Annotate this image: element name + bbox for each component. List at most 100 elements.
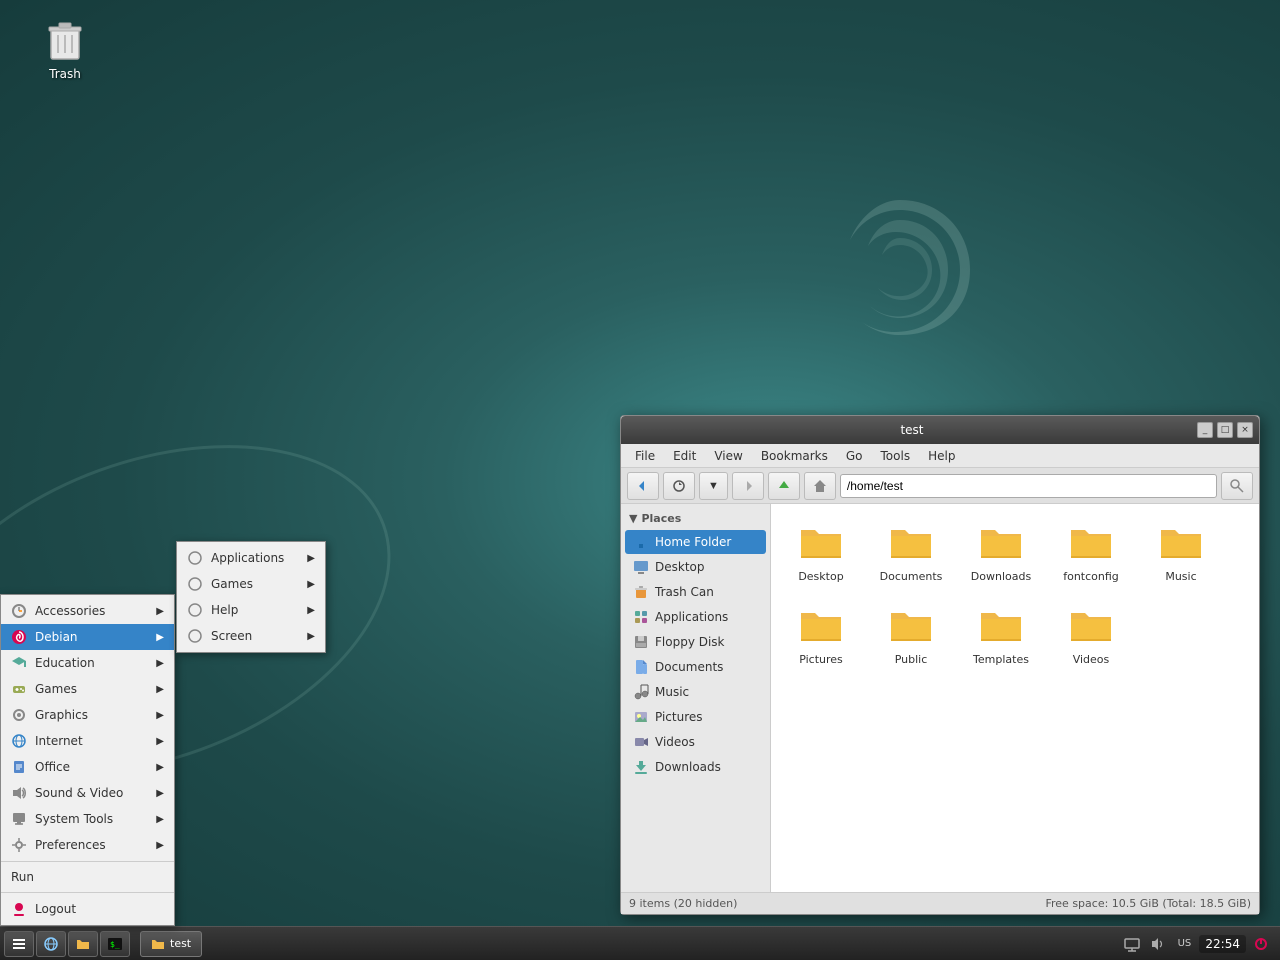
submenu-games-icon xyxy=(187,576,203,592)
taskbar-apps: test xyxy=(134,931,208,957)
sidebar-videos[interactable]: Videos xyxy=(625,730,766,754)
globe-taskbar-icon xyxy=(43,936,59,952)
menu-preferences[interactable]: Preferences ▶ xyxy=(1,832,174,858)
sidebar-documents[interactable]: Documents xyxy=(625,655,766,679)
app-menu-button[interactable] xyxy=(4,931,34,957)
submenu-help[interactable]: Help ▶ xyxy=(177,597,325,623)
submenu-screen[interactable]: Screen ▶ xyxy=(177,623,325,649)
up-icon xyxy=(777,479,791,493)
applications-sidebar-icon xyxy=(633,609,649,625)
sidebar-documents-label: Documents xyxy=(655,660,723,674)
sidebar-trash[interactable]: Trash Can xyxy=(625,580,766,604)
sidebar-desktop[interactable]: Desktop xyxy=(625,555,766,579)
submenu-games[interactable]: Games ▶ xyxy=(177,571,325,597)
file-item-pictures[interactable]: Pictures xyxy=(781,597,861,670)
window-toolbar: ▼ xyxy=(621,468,1259,504)
svg-text:$_: $_ xyxy=(110,940,120,949)
desktop-sidebar-icon xyxy=(633,559,649,575)
file-item-documents[interactable]: Documents xyxy=(871,514,951,587)
file-item-videos[interactable]: Videos xyxy=(1051,597,1131,670)
sidebar-pictures[interactable]: Pictures xyxy=(625,705,766,729)
address-bar[interactable] xyxy=(840,474,1217,498)
volume-taskbar-icon[interactable] xyxy=(1147,933,1169,955)
statusbar: 9 items (20 hidden) Free space: 10.5 GiB… xyxy=(621,892,1259,914)
taskbar-files-button[interactable] xyxy=(68,931,98,957)
file-item-music[interactable]: Music xyxy=(1141,514,1221,587)
menu-games[interactable]: Games ▶ xyxy=(1,676,174,702)
places-header[interactable]: ▼ Places xyxy=(621,508,770,529)
taskbar-terminal-button[interactable]: $_ xyxy=(100,931,130,957)
folder-file-icon xyxy=(977,518,1025,566)
home-button[interactable] xyxy=(804,472,836,500)
menu-internet[interactable]: Internet ▶ xyxy=(1,728,174,754)
internet-icon xyxy=(11,733,27,749)
folder-file-icon xyxy=(1157,518,1205,566)
sidebar-applications[interactable]: Applications xyxy=(625,605,766,629)
menu-go[interactable]: Go xyxy=(838,447,871,465)
keyboard-layout-icon[interactable]: US xyxy=(1173,933,1195,955)
menu-bookmarks[interactable]: Bookmarks xyxy=(753,447,836,465)
sidebar-desktop-label: Desktop xyxy=(655,560,705,574)
debian-swirl-decoration xyxy=(800,180,1000,380)
trash-desktop-icon[interactable]: Trash xyxy=(30,15,100,81)
taskbar-test-window[interactable]: test xyxy=(140,931,202,957)
taskbar-time[interactable]: 22:54 xyxy=(1199,935,1246,953)
games-icon xyxy=(11,681,27,697)
sidebar-floppy[interactable]: Floppy Disk xyxy=(625,630,766,654)
file-item-desktop[interactable]: Desktop xyxy=(781,514,861,587)
menu-edit[interactable]: Edit xyxy=(665,447,704,465)
menu-sound-video[interactable]: Sound & Video ▶ xyxy=(1,780,174,806)
network-taskbar-icon[interactable] xyxy=(1121,933,1143,955)
menu-separator-1 xyxy=(1,861,174,862)
minimize-button[interactable]: _ xyxy=(1197,422,1213,438)
menu-graphics[interactable]: Graphics ▶ xyxy=(1,702,174,728)
sidebar-videos-label: Videos xyxy=(655,735,695,749)
maximize-button[interactable]: □ xyxy=(1217,422,1233,438)
up-button[interactable] xyxy=(768,472,800,500)
file-item-fontconfig[interactable]: fontconfig xyxy=(1051,514,1131,587)
forward-button[interactable] xyxy=(732,472,764,500)
file-name: Downloads xyxy=(971,570,1031,583)
sidebar-pictures-label: Pictures xyxy=(655,710,703,724)
file-item-templates[interactable]: Templates xyxy=(961,597,1041,670)
taskbar-browser-button[interactable] xyxy=(36,931,66,957)
menu-education[interactable]: Education ▶ xyxy=(1,650,174,676)
sidebar-home-label: Home Folder xyxy=(655,535,731,549)
file-name: Documents xyxy=(880,570,943,583)
search-button[interactable] xyxy=(1221,472,1253,500)
dropdown-button[interactable]: ▼ xyxy=(699,472,728,500)
back-button[interactable] xyxy=(627,472,659,500)
folder-taskbar-icon xyxy=(75,936,91,952)
menu-office[interactable]: Office ▶ xyxy=(1,754,174,780)
menu-file[interactable]: File xyxy=(627,447,663,465)
search-icon xyxy=(1230,479,1244,493)
debian-arrow: ▶ xyxy=(156,632,164,643)
menu-debian[interactable]: Debian ▶ Applications ▶ Games ▶ xyxy=(1,624,174,650)
internet-arrow: ▶ xyxy=(156,736,164,747)
power-icon[interactable] xyxy=(1250,933,1272,955)
taskbar-right: US 22:54 xyxy=(1113,933,1280,955)
sidebar-home-folder[interactable]: Home Folder xyxy=(625,530,766,554)
file-name: Public xyxy=(895,653,928,666)
places-dropdown-icon: ▼ xyxy=(629,512,637,525)
office-icon xyxy=(11,759,27,775)
menu-accessories[interactable]: Accessories ▶ xyxy=(1,598,174,624)
home-folder-icon xyxy=(633,534,649,550)
menu-help[interactable]: Help xyxy=(920,447,963,465)
close-button[interactable]: × xyxy=(1237,422,1253,438)
statusbar-items: 9 items (20 hidden) xyxy=(629,897,737,910)
sidebar-downloads[interactable]: Downloads xyxy=(625,755,766,779)
file-item-downloads[interactable]: Downloads xyxy=(961,514,1041,587)
window-content: ▼ Places Home Folder Desktop xyxy=(621,504,1259,892)
sidebar-music[interactable]: Music xyxy=(625,680,766,704)
menu-view[interactable]: View xyxy=(706,447,750,465)
menu-run[interactable]: Run xyxy=(1,865,174,889)
file-name: Desktop xyxy=(798,570,843,583)
menu-tools[interactable]: Tools xyxy=(873,447,919,465)
file-item-public[interactable]: Public xyxy=(871,597,951,670)
submenu-applications[interactable]: Applications ▶ xyxy=(177,545,325,571)
reload-button[interactable] xyxy=(663,472,695,500)
menu-system-tools[interactable]: System Tools ▶ xyxy=(1,806,174,832)
menu-logout[interactable]: Logout xyxy=(1,896,174,922)
sidebar-downloads-label: Downloads xyxy=(655,760,721,774)
